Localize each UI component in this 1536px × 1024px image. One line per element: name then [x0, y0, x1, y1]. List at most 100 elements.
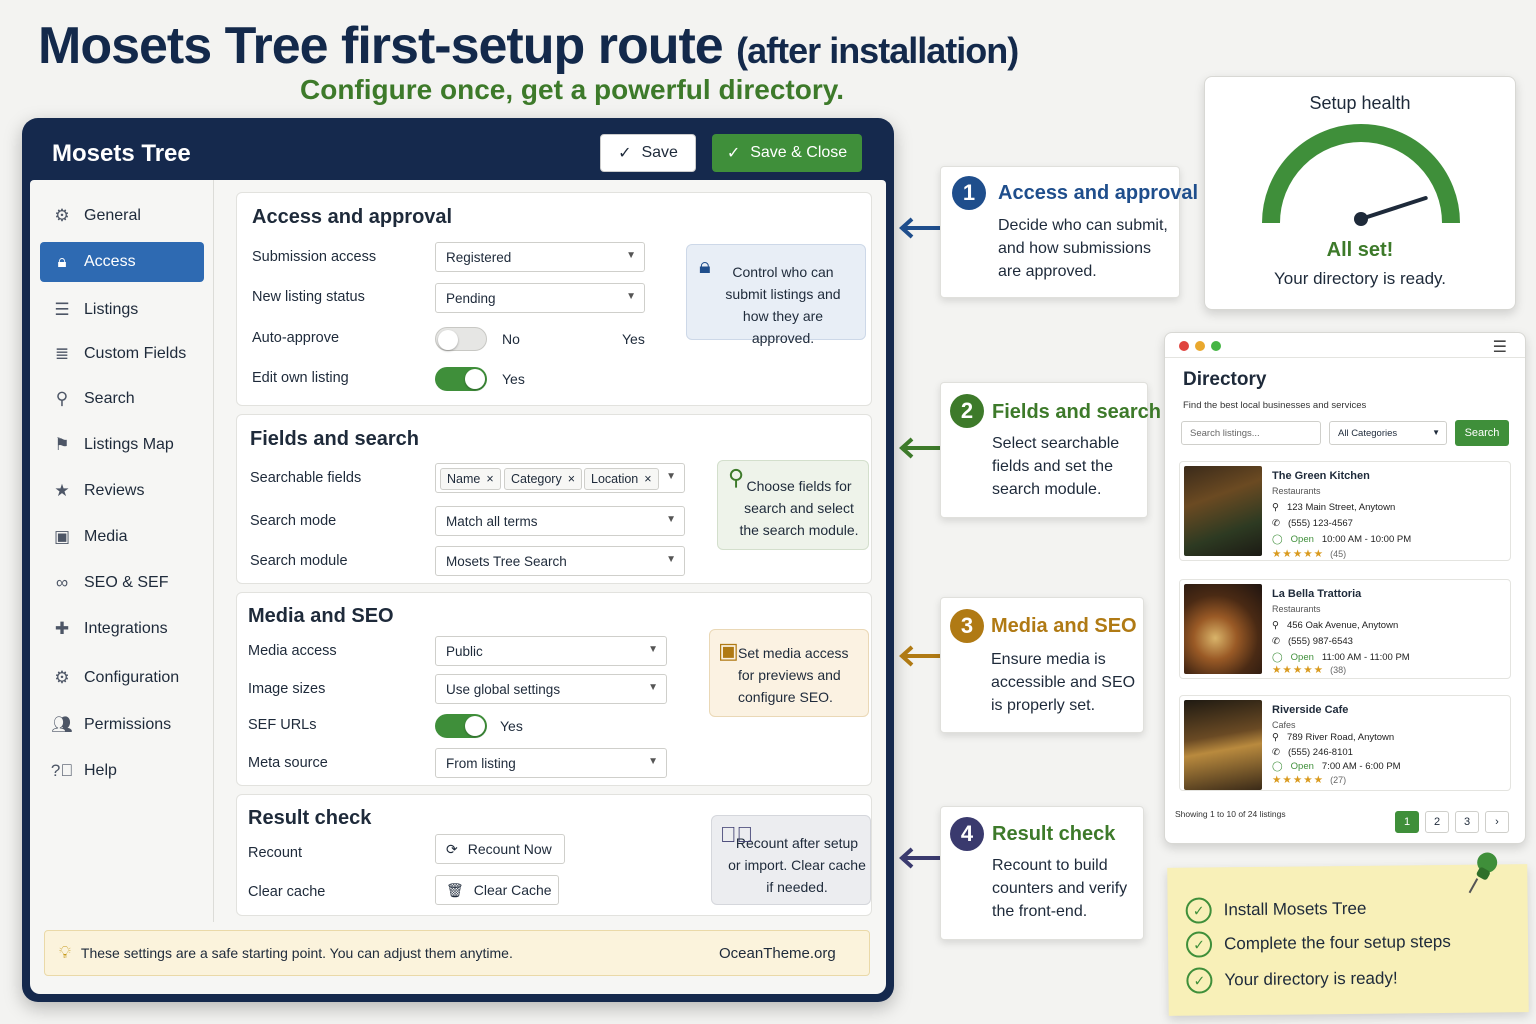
step-note-1: 1 Access and approval Decide who can sub…: [940, 166, 1198, 298]
listing-card[interactable]: La Bella Trattoria Restaurants ⚲ 456 Oak …: [1179, 579, 1511, 679]
sidebar-item-help[interactable]: ?⃝ Help: [40, 751, 204, 791]
sidebar-item-permissions[interactable]: 👥︎ Permissions: [40, 705, 204, 745]
close-dot[interactable]: [1179, 341, 1189, 351]
searchable-fields-select[interactable]: Name × Category × Location × ▼: [435, 463, 685, 493]
recount-now-button[interactable]: ⟳ Recount Now: [435, 834, 565, 864]
sidebar-item-reviews[interactable]: ★ Reviews: [40, 471, 204, 511]
directory-search-button[interactable]: Search: [1455, 420, 1509, 446]
card-title: Media and SEO: [248, 605, 394, 627]
sidebar-item-label: Configuration: [84, 669, 180, 686]
address-text: 789 River Road, Anytown: [1286, 732, 1395, 743]
listing-phone: ✆ (555) 987-6543: [1272, 636, 1353, 647]
remove-icon[interactable]: ×: [486, 472, 493, 486]
gauge-hub: [1354, 212, 1368, 226]
search-module-select[interactable]: Mosets Tree Search ▼: [435, 546, 685, 576]
window-body: ⚙ General 🔒︎ Access ☰ Listings ≣ Custom Fiel…: [30, 180, 886, 994]
category-select[interactable]: All Categories ▼: [1329, 421, 1447, 445]
meta-source-select[interactable]: From listing ▼: [435, 748, 667, 778]
search-icon: ⚲: [728, 465, 745, 490]
sidebar-item-label: Media: [84, 528, 128, 545]
step-number: 4: [950, 817, 984, 851]
sidebar-item-label: Custom Fields: [84, 345, 187, 362]
page-button-1[interactable]: 1: [1395, 811, 1419, 833]
chevron-down-icon: ▼: [666, 471, 676, 482]
database-icon: ≣: [54, 344, 70, 363]
sidebar-item-access[interactable]: 🔒︎ Access: [40, 242, 204, 282]
sidebar-item-general[interactable]: ⚙ General: [40, 196, 204, 236]
arrow-step-4: [899, 847, 942, 869]
checklist-text: Complete the four setup steps: [1223, 931, 1451, 954]
sef-urls-toggle[interactable]: [435, 714, 487, 738]
hint-text: Choose fields for search and select the …: [739, 478, 859, 538]
chevron-down-icon: ▼: [1432, 428, 1440, 437]
stars-icon: ★★★★★: [1272, 664, 1325, 676]
listing-name: Riverside Cafe: [1272, 704, 1349, 716]
field-chip-location[interactable]: Location ×: [584, 468, 659, 490]
arrow-step-1: [899, 217, 942, 239]
step-title: Result check: [992, 823, 1116, 845]
clear-cache-button[interactable]: 🗑︎ Clear Cache: [435, 875, 559, 905]
sidebar-item-custom-fields[interactable]: ≣ Custom Fields: [40, 334, 204, 374]
list-icon: ☰: [54, 300, 70, 319]
search-mode-select[interactable]: Match all terms ▼: [435, 506, 685, 536]
meta-source-label: Meta source: [248, 755, 328, 771]
page-button-2[interactable]: 2: [1425, 811, 1449, 833]
access-hint: 🔒︎ Control who can submit listings and h…: [686, 244, 866, 346]
media-card: Media and SEO Media access Public ▼ Image…: [236, 592, 872, 786]
sidebar-item-label: Integrations: [84, 620, 168, 637]
image-sizes-select[interactable]: Use global settings ▼: [435, 674, 667, 704]
save-button[interactable]: ✓ Save: [600, 134, 696, 172]
brand-link[interactable]: OceanTheme.org: [719, 945, 836, 962]
chevron-down-icon: ▼: [648, 682, 658, 693]
edit-own-toggle[interactable]: [435, 367, 487, 391]
page-button-3[interactable]: 3: [1455, 811, 1479, 833]
directory-search-input[interactable]: Search listings...: [1181, 421, 1321, 445]
admin-window: Mosets Tree ✓ Save ✓ Save & Close ⚙ Gener…: [22, 118, 894, 1002]
checklist-item: ✓ Complete the four setup steps: [1185, 929, 1451, 958]
check-circle-icon: ✓: [1185, 897, 1212, 924]
setup-health-card: Setup health All set! Your directory is …: [1204, 76, 1516, 310]
map-pin-icon: ⚲: [1272, 732, 1279, 743]
next-page-button[interactable]: ›: [1485, 811, 1509, 833]
listing-category: Restaurants: [1272, 604, 1321, 614]
listing-card[interactable]: Riverside Cafe Cafes ⚲ 789 River Road, An…: [1179, 695, 1511, 791]
users-icon: 👥︎: [51, 715, 73, 734]
window-title: Mosets Tree: [52, 140, 191, 167]
step-number: 1: [952, 176, 986, 210]
sidebar-item-label: Help: [84, 762, 117, 779]
open-status: Open: [1290, 534, 1314, 545]
maximize-dot[interactable]: [1211, 341, 1221, 351]
clear-cache-label: Clear cache: [248, 884, 326, 900]
sidebar-item-search[interactable]: ⚲ Search: [40, 379, 204, 419]
media-access-select[interactable]: Public ▼: [435, 636, 667, 666]
listing-rating: ★★★★★ (38): [1272, 664, 1346, 676]
sidebar-item-integrations[interactable]: ✚ Integrations: [40, 609, 204, 649]
chevron-down-icon: ▼: [626, 291, 636, 302]
clock-icon: ◯: [1272, 761, 1283, 772]
field-chip-name[interactable]: Name ×: [440, 468, 501, 490]
card-title: Fields and search: [250, 428, 419, 450]
sidebar-item-listings[interactable]: ☰ Listings: [40, 290, 204, 330]
title-main: Mosets Tree first-setup route: [38, 17, 724, 75]
field-chip-category[interactable]: Category ×: [504, 468, 583, 490]
fields-hint: ⚲ Choose fields for search and select th…: [717, 460, 869, 550]
listing-hours: ◯ Open 11:00 AM - 11:00 PM: [1272, 652, 1410, 663]
sidebar-item-media[interactable]: ▣ Media: [40, 517, 204, 557]
auto-approve-toggle[interactable]: [435, 327, 487, 351]
sidebar-item-seo-sef[interactable]: ∞ SEO & SEF: [40, 563, 204, 603]
save-close-button[interactable]: ✓ Save & Close: [712, 134, 862, 172]
listing-card[interactable]: The Green Kitchen Restaurants ⚲ 123 Main …: [1179, 461, 1511, 561]
remove-icon[interactable]: ×: [644, 472, 651, 486]
map-pin-icon: ⚲: [1272, 620, 1279, 631]
menu-icon[interactable]: ☰: [1493, 337, 1507, 357]
sidebar-item-listings-map[interactable]: ⚑ Listings Map: [40, 425, 204, 465]
sidebar-item-label: SEO & SEF: [84, 574, 169, 591]
phone-icon: ✆: [1272, 518, 1280, 529]
submission-access-select[interactable]: Registered ▼: [435, 242, 645, 272]
review-count: (38): [1330, 665, 1347, 675]
listing-status-select[interactable]: Pending ▼: [435, 283, 645, 313]
remove-icon[interactable]: ×: [568, 472, 575, 486]
listing-photo: [1184, 466, 1262, 556]
sidebar-item-configuration[interactable]: ⚙ Configuration: [40, 658, 204, 698]
minimize-dot[interactable]: [1195, 341, 1205, 351]
